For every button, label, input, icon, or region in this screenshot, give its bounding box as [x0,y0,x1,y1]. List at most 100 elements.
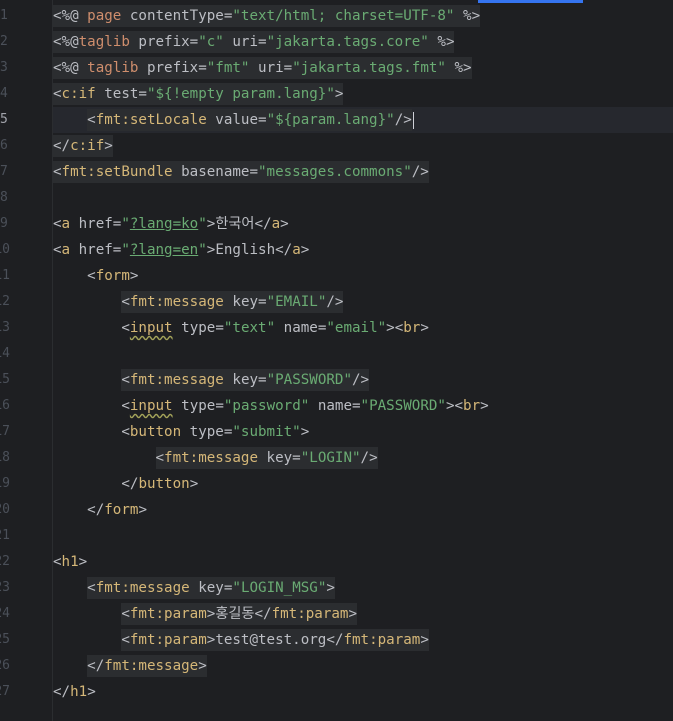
tag-bracket: < [121,372,130,388]
line-number: 4 [0,86,8,101]
tag-bracket: > [198,658,207,674]
code-line-5-current[interactable]: <fmt:setLocale value="${param.lang}"/> [53,107,673,133]
tag-name: fmt:setBundle [61,164,173,180]
tag-name: fmt:param [129,606,207,622]
code-line-26[interactable]: </fmt:message> [53,653,673,679]
quote: " [198,242,207,258]
code-line-13[interactable]: <input type="text" name="email"><br> [53,315,673,341]
tag-bracket: > [189,476,199,492]
attr-name: value= [206,112,267,128]
attr-value: "LOGIN" [300,450,361,466]
tag-bracket: < [87,112,96,128]
code-line-7[interactable]: <fmt:setBundle basename="messages.common… [53,159,673,185]
code-line-6[interactable]: </c:if> [53,133,673,159]
tag-bracket: </ [53,684,71,700]
code-line-20[interactable]: </form> [53,497,673,523]
attr-value: "text/html; charset=UTF-8" [232,8,455,24]
attr-value: "${!empty param.lang}" [146,86,335,102]
param-text: test@test.org [215,632,327,648]
tag-bracket: > [300,424,310,440]
code-line-11[interactable]: <form> [53,263,673,289]
attr-value: "fmt" [206,60,250,76]
code-line-19[interactable]: </button> [53,471,673,497]
code-line-27[interactable]: </h1> [53,679,673,705]
tag-bracket: > [334,86,344,102]
tag-bracket: </ [87,502,105,518]
tag-bracket: </ [53,138,71,154]
tag-bracket: /> [360,450,378,466]
tag-name: h1 [61,554,79,570]
code-line-18[interactable]: <fmt:message key="LOGIN"/> [53,445,673,471]
tag-bracket: > [348,606,357,622]
tag-name: h1 [70,684,88,700]
code-line-23[interactable]: <fmt:message key="LOGIN_MSG"> [53,575,673,601]
code-line-17[interactable]: <button type="submit"> [53,419,673,445]
attr-value: "c" [198,34,224,50]
param-text: 홍길동 [215,606,255,622]
code-line-15[interactable]: <fmt:message key="PASSWORD"/> [53,367,673,393]
code-line-16[interactable]: <input type="password" name="PASSWORD"><… [53,393,673,419]
tag-bracket: < [53,554,62,570]
tag-name: fmt:param [129,632,207,648]
text-caret [412,111,414,129]
line-number: 15 [0,372,10,387]
tag-bracket: < [155,450,165,466]
jsp-directive-close: %> [454,8,481,24]
attr-name: uri= [249,60,293,76]
tag-name: fmt:param [271,606,349,622]
jsp-directive-open: <%@ [53,60,88,76]
code-line-4[interactable]: <c:if test="${!empty param.lang}"> [53,81,673,107]
tag-name: fmt:message [129,372,224,388]
tag-name: fmt:message [95,580,190,596]
line-number: 9 [0,216,8,231]
line-number: 22 [0,554,10,569]
attr-name: href= [70,242,122,258]
quote: " [198,216,207,232]
code-line-22[interactable]: <h1> [53,549,673,575]
code-editor[interactable]: 1 2 3 4 5 6 7 8 9 10 11 12 13 14 15 16 1… [0,0,673,721]
code-line-2[interactable]: <%@taglib prefix="c" uri="jakarta.tags.c… [53,29,673,55]
tag-name: fmt:setLocale [95,112,207,128]
tag-bracket: < [53,164,62,180]
line-number: 18 [0,450,10,465]
attr-name: contentType= [121,8,233,24]
attr-name: key= [223,294,267,310]
link-url[interactable]: ?lang=en [130,242,198,258]
tag-bracket: </ [254,216,272,232]
tag-bracket: </ [275,242,293,258]
code-line-9[interactable]: <a href="?lang=ko">한국어</a> [53,211,673,237]
tag-bracket: > [480,398,489,414]
tag-name: form [95,268,130,284]
attr-name: prefix= [138,60,207,76]
tag-name: button [138,476,190,492]
attr-name: uri= [223,34,267,50]
code-line-3[interactable]: <%@ taglib prefix="fmt" uri="jakarta.tag… [53,55,673,81]
code-area[interactable]: <%@ page contentType="text/html; charset… [53,0,673,721]
jsp-directive-close: %> [445,60,472,76]
code-line-10[interactable]: <a href="?lang=en">English</a> [53,237,673,263]
code-line-24[interactable]: <fmt:param>홍길동</fmt:param> [53,601,673,627]
tag-bracket: /> [326,294,344,310]
code-line-25[interactable]: <fmt:param>test@test.org</fmt:param> [53,627,673,653]
tag-bracket: >< [445,398,464,414]
directive-name: taglib [78,34,130,50]
code-line-1[interactable]: <%@ page contentType="text/html; charset… [53,3,673,29]
tag-bracket: > [326,580,335,596]
tag-bracket: < [121,294,130,310]
tag-bracket: > [104,138,113,154]
quote: " [121,216,130,232]
line-number: 3 [0,60,8,75]
code-line-12[interactable]: <fmt:message key="EMAIL"/> [53,289,673,315]
line-number: 14 [0,346,10,361]
tag-name: c:if [61,86,96,102]
attr-value: "password" [223,398,310,414]
tag-bracket: </ [326,632,344,648]
attr-name: key= [189,580,233,596]
link-url[interactable]: ?lang=ko [130,216,198,232]
